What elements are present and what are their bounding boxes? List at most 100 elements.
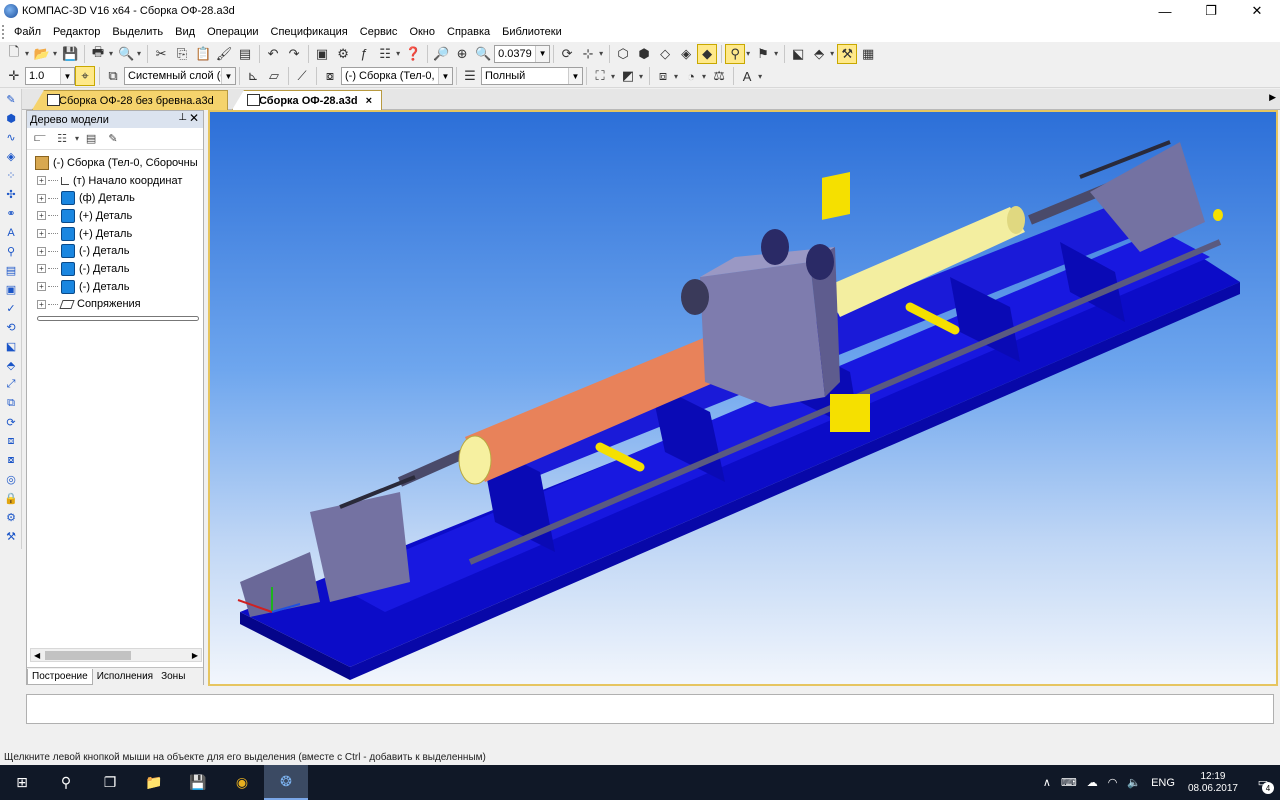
dimensions-tool-icon[interactable]: A	[2, 224, 20, 241]
expand-icon[interactable]: +	[37, 246, 46, 256]
text-style-dropdown-icon[interactable]: ▾	[758, 72, 762, 81]
material-dropdown-icon[interactable]: ▾	[611, 72, 615, 81]
menu-libraries[interactable]: Библиотеки	[496, 26, 568, 38]
tab-construction[interactable]: Построение	[27, 668, 93, 685]
layer-field[interactable]: Системный слой (0) ▼	[124, 67, 236, 85]
tab-variants[interactable]: Исполнения	[93, 669, 157, 685]
filter-icon[interactable]: ⚲	[725, 43, 746, 64]
menu-file[interactable]: Файл	[8, 26, 47, 38]
menu-editor[interactable]: Редактор	[47, 26, 106, 38]
chevron-down-icon[interactable]: ▼	[60, 68, 74, 84]
print-icon[interactable]: 🖶	[88, 44, 108, 64]
local-cs-icon[interactable]: ⊾	[243, 66, 263, 86]
menu-view[interactable]: Вид	[169, 26, 201, 38]
edit-component-tool-icon[interactable]: ✎	[2, 91, 20, 108]
current-component-icon[interactable]: ⧇	[320, 66, 340, 86]
zoom-scale-icon[interactable]: 🔍	[473, 44, 493, 64]
menu-help[interactable]: Справка	[441, 26, 496, 38]
mates-tool-icon[interactable]: ⚭	[2, 205, 20, 222]
paste-icon[interactable]: 📋	[193, 44, 213, 64]
expand-icon[interactable]: +	[37, 193, 46, 203]
parameters-icon[interactable]: ▦	[858, 44, 878, 64]
array-component-tool-icon[interactable]: ⧈	[2, 433, 20, 450]
tree-node-part[interactable]: + (-) Деталь	[27, 242, 203, 260]
plane-icon[interactable]: ▱	[264, 66, 284, 86]
menu-grip[interactable]	[2, 25, 6, 39]
fasteners-tool-icon[interactable]: ⚒	[2, 528, 20, 545]
tabs-scroll-right-icon[interactable]: ▶	[1269, 92, 1276, 103]
zoom-all-icon[interactable]: ⊕	[452, 44, 472, 64]
chevron-up-icon[interactable]: ∧	[1043, 776, 1051, 789]
expand-icon[interactable]: +	[37, 264, 46, 274]
component-field[interactable]: (-) Сборка (Тел-0, С ▼	[341, 67, 453, 85]
volume-icon[interactable]: 🔈	[1127, 776, 1141, 789]
color-icon[interactable]: ◩	[618, 66, 638, 86]
material-icon[interactable]: ⛶	[590, 66, 610, 86]
rotate-icon[interactable]: ⟳	[557, 44, 577, 64]
tree-properties-icon[interactable]: ▤	[82, 130, 100, 148]
preview-dropdown-icon[interactable]: ▾	[137, 49, 141, 58]
tree-root-assembly[interactable]: (-) Сборка (Тел-0, Сборочны	[27, 154, 203, 172]
place-component-tool-icon[interactable]: ⬘	[2, 357, 20, 374]
chevron-down-icon[interactable]: ▼	[568, 68, 582, 84]
help-pointer-icon[interactable]: ❓	[403, 44, 423, 64]
function-icon[interactable]: ƒ	[354, 44, 374, 64]
zoom-window-icon[interactable]: 🔎	[431, 44, 451, 64]
scroll-right-icon[interactable]: ▶	[192, 651, 198, 660]
mirror-tool-icon[interactable]: ⧇	[2, 452, 20, 469]
hole-tool-icon[interactable]: ◎	[2, 471, 20, 488]
manager-icon[interactable]: ▣	[312, 44, 332, 64]
tab-assembly-without-log[interactable]: Сборка ОФ-28 без бревна.a3d	[32, 90, 228, 110]
text-style-icon[interactable]: A	[737, 66, 757, 86]
thin-lines-icon[interactable]: ◇	[655, 44, 675, 64]
tree-node-part[interactable]: + (-) Деталь	[27, 260, 203, 278]
chrome-icon[interactable]: ◉	[220, 765, 264, 800]
display-mode-icon[interactable]: ☰	[460, 66, 480, 86]
expand-icon[interactable]: +	[37, 299, 46, 309]
restore-button[interactable]: ❐	[1188, 0, 1234, 22]
chevron-down-icon[interactable]: ▼	[535, 45, 550, 62]
expand-icon[interactable]: +	[37, 282, 46, 292]
section-dropdown-icon[interactable]: ▾	[674, 72, 678, 81]
file-explorer-icon[interactable]: 📁	[132, 765, 176, 800]
keyboard-icon[interactable]: ⌨	[1061, 776, 1077, 789]
color-dropdown-icon[interactable]: ▾	[639, 72, 643, 81]
menu-operations[interactable]: Операции	[201, 26, 264, 38]
wifi-icon[interactable]: ◠	[1108, 776, 1118, 789]
hidden-lines-icon[interactable]: ⬢	[634, 44, 654, 64]
cut-icon[interactable]: ✂	[151, 44, 171, 64]
reports-tool-icon[interactable]: ▣	[2, 281, 20, 298]
surfaces-tool-icon[interactable]: ◈	[2, 148, 20, 165]
copy-component-tool-icon[interactable]: ⧉	[2, 395, 20, 412]
add-component-tool-icon[interactable]: ⬕	[2, 338, 20, 355]
search-icon[interactable]: ⚲	[44, 765, 88, 800]
assembly-mode-icon[interactable]: ⚒	[837, 43, 858, 64]
clock[interactable]: 12:19 08.06.2017	[1188, 771, 1238, 795]
print-dropdown-icon[interactable]: ▾	[109, 49, 113, 58]
wireframe-icon[interactable]: ⬡	[613, 44, 633, 64]
sheet-metal-tool-icon[interactable]: ⟲	[2, 319, 20, 336]
undo-icon[interactable]: ↶	[263, 44, 283, 64]
tree-edit-icon[interactable]: ✎	[104, 130, 122, 148]
panel-close-icon[interactable]: ✕	[189, 111, 199, 125]
open-file-icon[interactable]: 📂	[32, 44, 52, 64]
snap-dropdown-icon[interactable]: ▾	[774, 49, 778, 58]
menu-service[interactable]: Сервис	[354, 26, 404, 38]
scroll-left-icon[interactable]: ◀	[34, 651, 40, 660]
edit-component-icon[interactable]: ⬘	[809, 44, 829, 64]
view-mode-dropdown-icon[interactable]: ▾	[75, 134, 79, 143]
expand-icon[interactable]: +	[37, 211, 46, 221]
redo-icon[interactable]: ↷	[284, 44, 304, 64]
tree-structure-icon[interactable]: ⫍	[31, 130, 49, 148]
component-dropdown-icon[interactable]: ▾	[830, 49, 834, 58]
tab-close-icon[interactable]: ×	[366, 95, 372, 107]
variables-icon[interactable]: ⚙	[333, 44, 353, 64]
save-icon[interactable]: 💾	[60, 44, 80, 64]
notification-center-icon[interactable]: ▭ 4	[1246, 765, 1280, 800]
copy-icon[interactable]: ⎘	[172, 44, 192, 64]
expand-icon[interactable]: +	[37, 229, 46, 239]
tree-node-origin[interactable]: + (т) Начало координат	[27, 172, 203, 190]
format-painter-icon[interactable]: 🖌	[214, 44, 234, 64]
tree-node-mates[interactable]: + Сопряжения	[27, 296, 203, 314]
minimize-button[interactable]: —	[1142, 0, 1188, 22]
